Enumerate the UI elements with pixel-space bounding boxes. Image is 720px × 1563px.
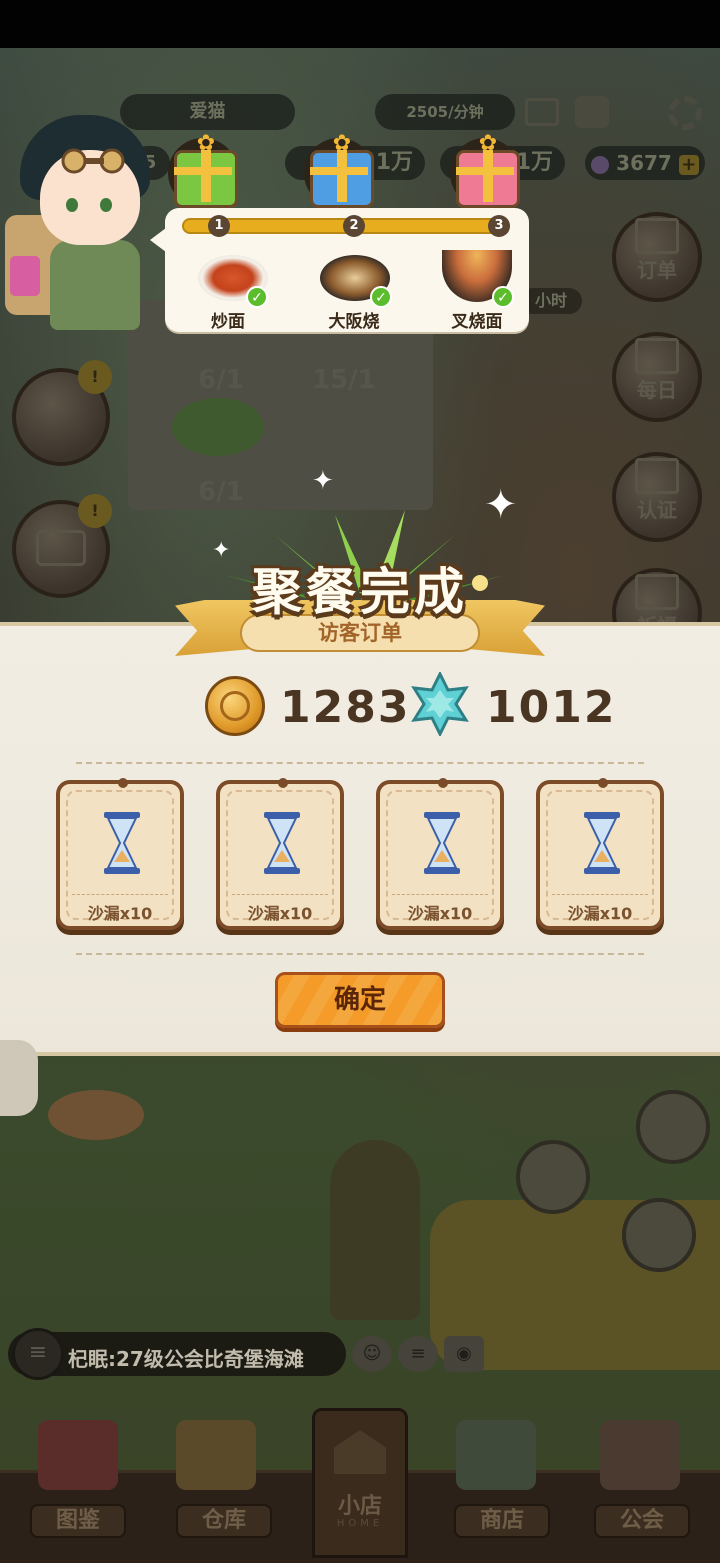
encyclopedia-icon[interactable] <box>38 1420 118 1490</box>
chat-message: 杞眠:27级公会比奇堡海滩 <box>68 1347 304 1371</box>
verify-icon <box>635 457 679 494</box>
speech-icon[interactable]: ≡ <box>398 1336 438 1372</box>
coin-icon <box>205 676 265 736</box>
order-icon <box>635 217 679 254</box>
hourglass-icon <box>264 812 300 874</box>
gems-value: 3677 <box>616 151 672 175</box>
hourglass-icon <box>104 812 140 874</box>
alert-icon: ! <box>78 360 112 394</box>
warehouse-icon[interactable] <box>176 1420 256 1490</box>
sickle-tool-icon[interactable] <box>636 1090 710 1164</box>
divider-top <box>76 762 644 764</box>
sparkle-icon: ✦ <box>484 482 518 528</box>
player-name: 爱猫 <box>189 101 226 122</box>
hourglass-icon <box>424 812 460 874</box>
check-icon: ✓ <box>370 286 392 308</box>
nav-home-sub: HOME <box>336 1518 384 1529</box>
bag-icon[interactable] <box>575 96 609 128</box>
reward-card-1[interactable]: 沙漏x10 <box>56 778 184 930</box>
dish-label-2: 大阪烧 <box>328 312 380 332</box>
coin-reward-value: 1283 <box>280 682 411 733</box>
star-gem-icon <box>411 672 469 736</box>
dish-label-1: 炒面 <box>211 312 245 332</box>
sickle-tool-icon[interactable] <box>622 1198 696 1272</box>
tv-icon <box>36 530 86 566</box>
gem-icon <box>591 155 610 174</box>
calendar-icon[interactable] <box>525 98 559 126</box>
nav-warehouse[interactable]: 仓库 <box>176 1504 272 1538</box>
currency-1-value: 1万 <box>375 150 413 175</box>
goggles-icon <box>61 148 125 174</box>
alert-icon-2: ! <box>78 494 112 528</box>
order-count-3: 6/1 <box>198 477 244 507</box>
dumpling-plate <box>172 398 264 456</box>
blessing-icon <box>635 573 679 610</box>
store-icon[interactable] <box>456 1420 536 1490</box>
emoji-icon[interactable]: ☺ <box>352 1336 392 1372</box>
camera-icon[interactable]: ◉ <box>444 1336 484 1372</box>
side-drawer-tab[interactable] <box>0 1040 38 1116</box>
guild-icon[interactable] <box>600 1420 680 1490</box>
character-eyes <box>66 198 116 212</box>
character-body <box>50 240 140 330</box>
dish-label-3: 叉烧面 <box>451 312 503 332</box>
reward-card-3[interactable]: 沙漏x10 <box>376 778 504 930</box>
hourglass-icon <box>584 812 620 874</box>
nav-store[interactable]: 商店 <box>454 1504 550 1538</box>
reward-label-4: 沙漏x10 <box>567 904 633 923</box>
orders-button[interactable]: 订单 <box>612 212 702 302</box>
popup-arrow <box>150 228 166 252</box>
milestone-node-2: 2 <box>343 215 365 237</box>
tree-stump <box>48 1090 144 1140</box>
daily-icon <box>635 337 679 374</box>
game-device-icon <box>10 256 40 296</box>
chat-bubble-icon[interactable]: ≡ <box>12 1328 64 1380</box>
divider-bottom <box>76 953 644 955</box>
gift-pink-icon[interactable]: ✿ <box>456 133 520 208</box>
reward-card-2[interactable]: 沙漏x10 <box>216 778 344 930</box>
nav-guild[interactable]: 公会 <box>594 1504 690 1538</box>
reward-label-3: 沙漏x10 <box>407 904 473 923</box>
order-count-1: 6/1 <box>198 365 244 395</box>
nav-home-label: 小店 <box>337 1494 382 1519</box>
nav-encyclopedia[interactable]: 图鉴 <box>30 1504 126 1538</box>
reward-label-2: 沙漏x10 <box>247 904 313 923</box>
milestone-node-3: 3 <box>488 215 510 237</box>
gift-blue-icon[interactable]: ✿ <box>310 133 374 208</box>
status-bar <box>0 0 720 48</box>
order-count-2: 15/1 <box>312 365 376 395</box>
tree <box>330 1140 420 1320</box>
timer-badge: 小时 <box>520 288 582 314</box>
verify-button[interactable]: 认证 <box>612 452 702 542</box>
check-icon: ✓ <box>246 286 268 308</box>
sickle-tool-icon[interactable] <box>516 1140 590 1214</box>
milestone-node-1: 1 <box>208 215 230 237</box>
add-gems-icon[interactable]: + <box>678 154 699 175</box>
income-rate: 2505/分钟 <box>406 103 484 121</box>
settings-gear-icon[interactable] <box>668 96 702 130</box>
income-pill: 2505/分钟 <box>375 94 515 130</box>
sparkle-icon: ✦ <box>312 466 334 496</box>
gems-pill[interactable]: 3677 + <box>585 146 705 180</box>
star-reward-value: 1012 <box>486 682 617 733</box>
player-name-pill[interactable]: 爱猫 <box>120 94 295 130</box>
reward-card-4[interactable]: 沙漏x10 <box>536 778 664 930</box>
currency-2-value: 1万 <box>515 150 553 175</box>
confirm-button[interactable]: 确定 <box>275 972 445 1028</box>
check-icon: ✓ <box>492 286 514 308</box>
daily-button[interactable]: 每日 <box>612 332 702 422</box>
result-title: 聚餐完成 <box>252 563 468 621</box>
gift-green-icon[interactable]: ✿ <box>174 133 238 208</box>
reward-label-1: 沙漏x10 <box>87 904 153 923</box>
